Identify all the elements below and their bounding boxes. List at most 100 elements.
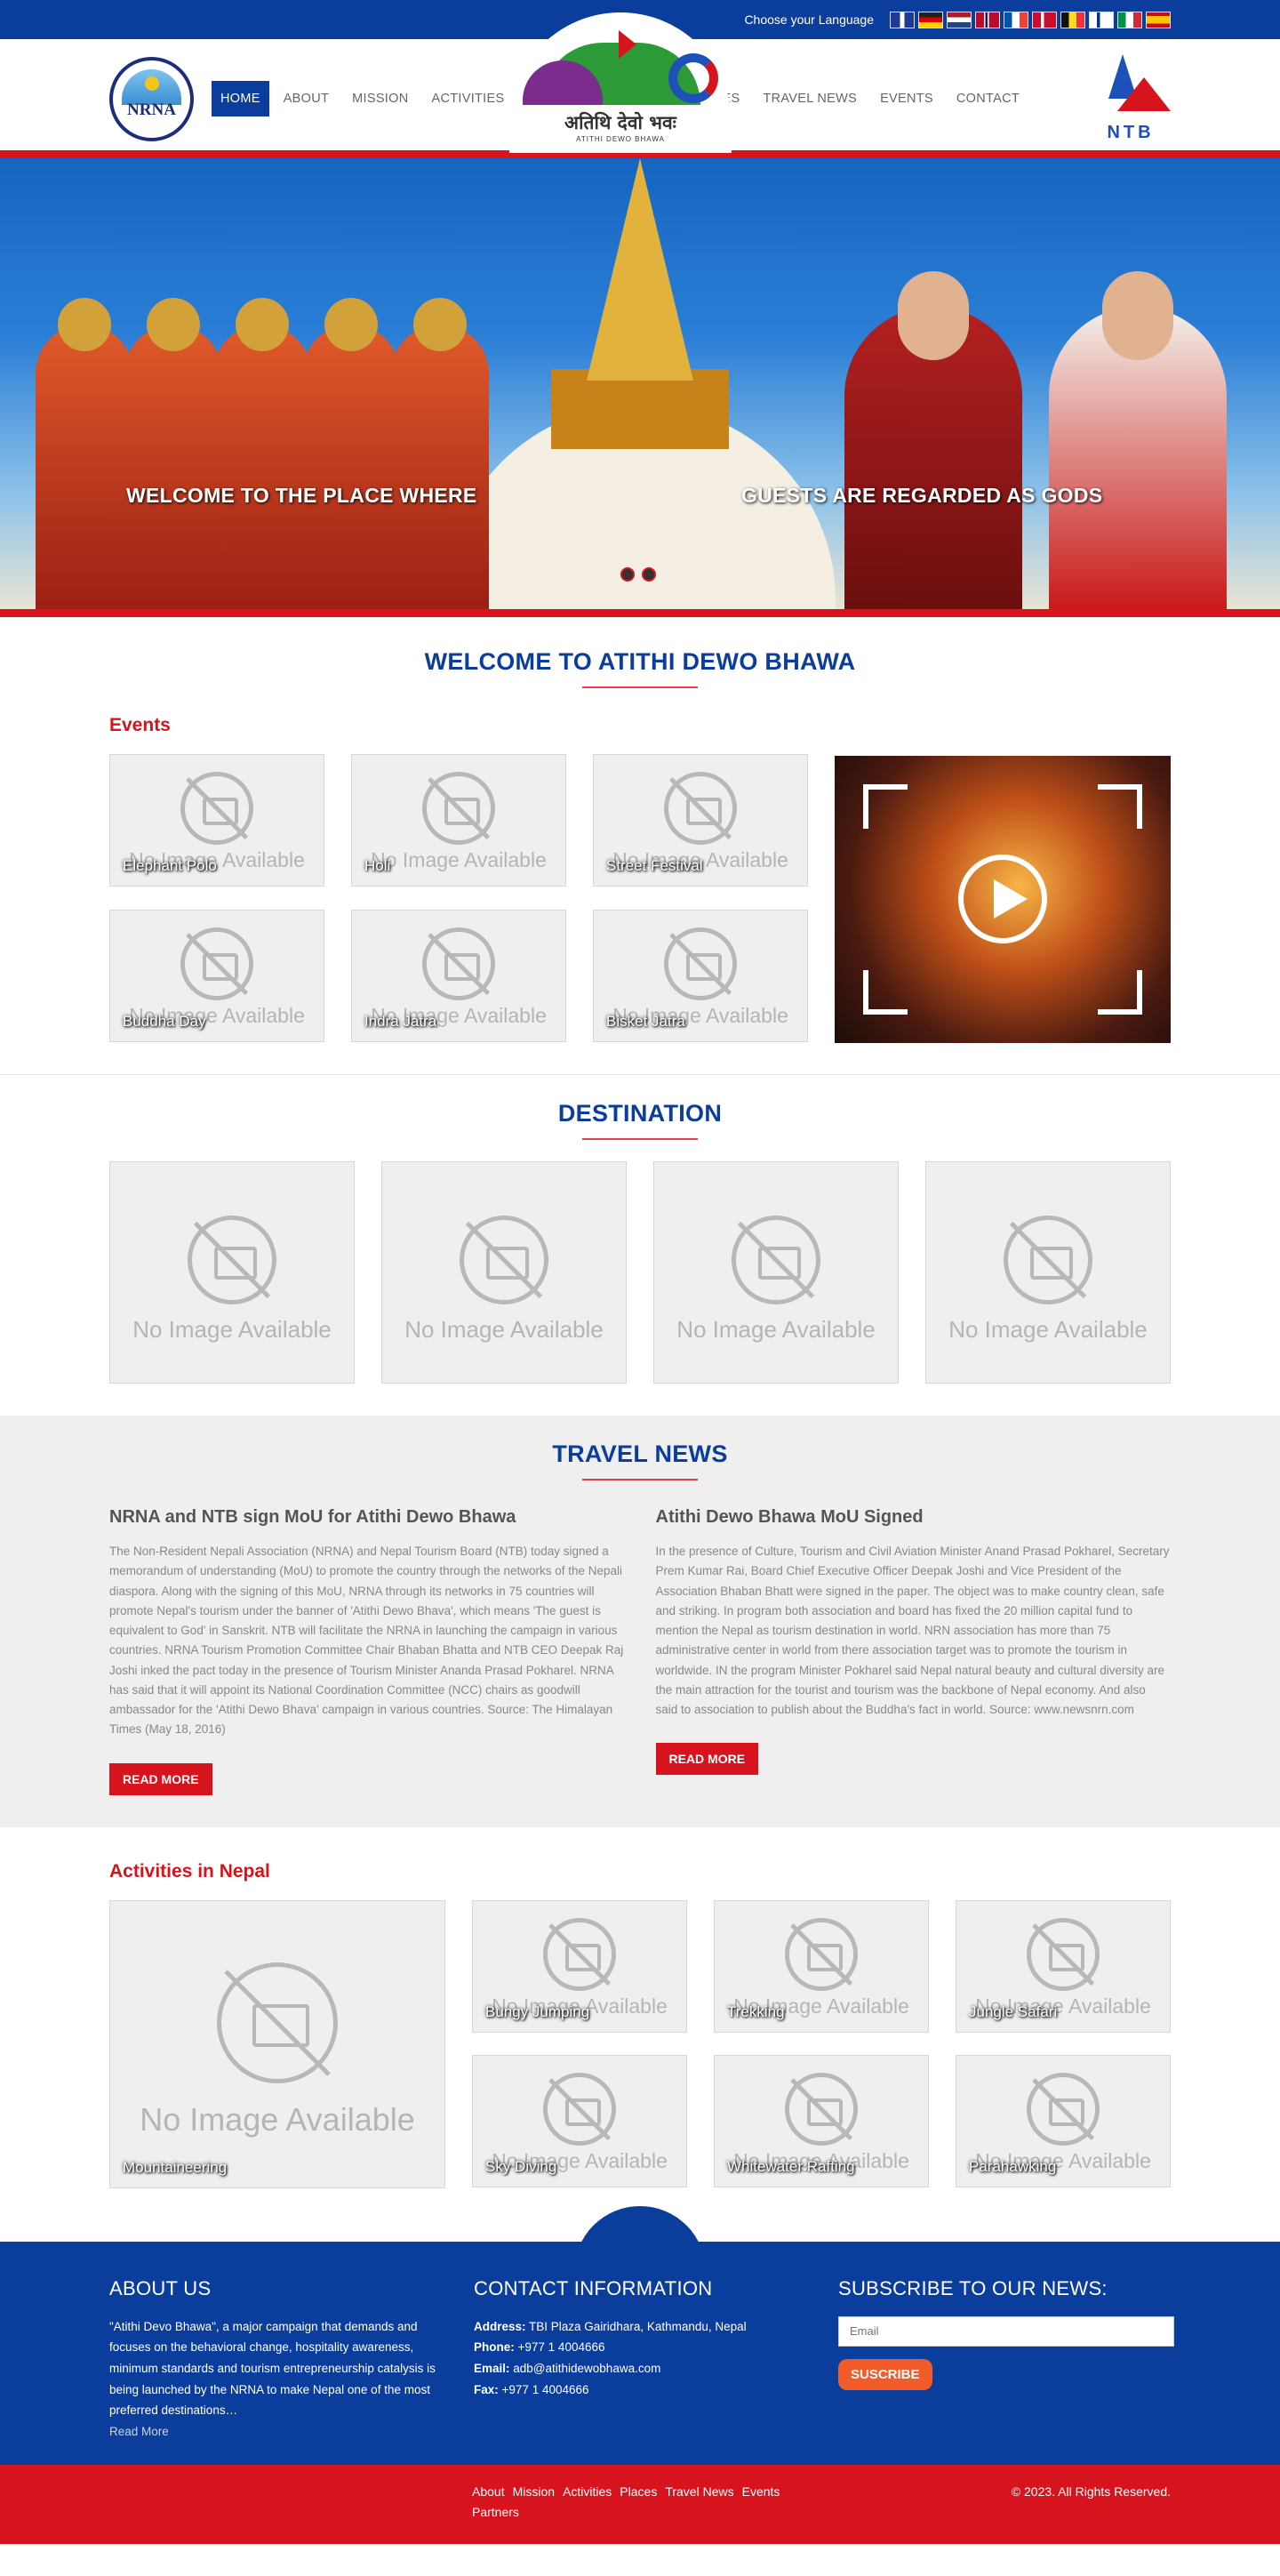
flag-it-icon[interactable] [1117, 11, 1142, 28]
no-camera-icon [217, 1962, 338, 2083]
destination-card[interactable]: No Image Available [925, 1161, 1171, 1384]
activity-title: Mountaineering [123, 2158, 228, 2176]
no-camera-icon [1027, 2073, 1100, 2147]
nav-travel-news[interactable]: TRAVEL NEWS [754, 81, 866, 116]
event-card[interactable]: No Image Available Holi [351, 754, 566, 887]
activities-heading: Activities in Nepal [109, 1860, 270, 1882]
address-label: Address: [474, 2319, 526, 2333]
news-article-body: The Non-Resident Nepali Association (NRN… [109, 1545, 624, 1737]
flag-dk-icon[interactable] [1032, 11, 1057, 28]
activity-card[interactable]: No Image Available Sky Diving [472, 2055, 687, 2188]
footer-link-travel-news[interactable]: Travel News [665, 2484, 733, 2499]
footer-read-more-link[interactable]: Read More [109, 2425, 438, 2438]
event-card[interactable]: No Image Available Buddha Day [109, 910, 324, 1042]
nav-activities[interactable]: ACTIVITIES [423, 81, 514, 116]
activity-title: Jungle Safari [969, 2002, 1058, 2020]
play-icon[interactable] [958, 855, 1047, 943]
subscribe-button[interactable]: SUSCRIBE [838, 2358, 932, 2390]
event-video[interactable] [835, 756, 1171, 1043]
email-value[interactable]: adb@atithidewobhawa.com [513, 2362, 660, 2375]
fax-value: +977 1 4004666 [501, 2382, 589, 2396]
flag-be-icon[interactable] [1060, 11, 1085, 28]
no-camera-icon [1004, 1216, 1092, 1305]
activity-card-featured[interactable]: No Image Available Mountaineering [109, 1899, 445, 2188]
activity-card[interactable]: No Image Available Parahawking [956, 2055, 1171, 2188]
no-camera-icon [460, 1216, 548, 1305]
language-label: Choose your Language [744, 12, 874, 27]
footer-link-events[interactable]: Events [742, 2484, 780, 2499]
no-camera-icon [785, 1917, 858, 1991]
nav-contact[interactable]: CONTACT [948, 81, 1028, 116]
subscribe-heading: SUBSCRIBE TO OUR NEWS: [838, 2276, 1108, 2299]
event-card[interactable]: No Image Available Street Festival [593, 754, 808, 887]
nav-mission[interactable]: MISSION [343, 81, 417, 116]
no-image-text: No Image Available [140, 2100, 415, 2138]
main-nav-right: PLACES TRAVEL NEWS EVENTS CONTACT [678, 81, 1028, 116]
main-nav-left: HOME ABOUT MISSION ACTIVITIES [212, 81, 513, 116]
destination-card[interactable]: No Image Available [381, 1161, 627, 1384]
footer-link-places[interactable]: Places [620, 2484, 657, 2499]
footer-contact-heading: CONTACT INFORMATION [474, 2276, 713, 2299]
title-underline [582, 1138, 698, 1140]
no-camera-icon [664, 772, 737, 846]
phone-label: Phone: [474, 2340, 515, 2355]
title-underline [582, 686, 698, 688]
news-article-title[interactable]: NRNA and NTB sign MoU for Atithi Dewo Bh… [109, 1507, 625, 1528]
footer-link-partners[interactable]: Partners [472, 2505, 519, 2519]
activity-title: Sky Diving [485, 2158, 557, 2176]
activity-card[interactable]: No Image Available Jungle Safari [956, 1899, 1171, 2033]
activity-title: Bungy Jumping [485, 2002, 590, 2020]
email-label: Email: [474, 2361, 510, 2375]
event-title: Holi [364, 857, 391, 874]
nav-about[interactable]: ABOUT [275, 81, 338, 116]
welcome-title: WELCOME TO ATITHI DEWO BHAWA [424, 648, 856, 675]
footer-link-activities[interactable]: Activities [563, 2484, 612, 2499]
event-card[interactable]: No Image Available Bisket Jatra [593, 910, 808, 1042]
copyright-text: © 2023. All Rights Reserved. [1011, 2484, 1171, 2499]
destination-card[interactable]: No Image Available [109, 1161, 355, 1384]
activity-title: Parahawking [969, 2158, 1057, 2176]
flag-gb-icon[interactable] [890, 11, 915, 28]
activity-card[interactable]: No Image Available Whitewater Rafting [714, 2055, 929, 2188]
slider-dot-2[interactable] [642, 567, 656, 582]
subscribe-email-input[interactable] [838, 2315, 1174, 2347]
atithi-dewo-bhawa-logo[interactable]: अतिथि देवो भवः ATITHI DEWO BHAWA [509, 12, 732, 153]
event-card[interactable]: No Image Available Elephant Polo [109, 754, 324, 887]
event-card[interactable]: No Image Available Indra Jatra [351, 910, 566, 1042]
fax-label: Fax: [474, 2382, 499, 2396]
nav-home[interactable]: HOME [212, 81, 269, 116]
activity-card[interactable]: No Image Available Trekking [714, 1899, 929, 2033]
destination-card[interactable]: No Image Available [653, 1161, 899, 1384]
read-more-button[interactable]: READ MORE [655, 1743, 759, 1776]
footer-link-about[interactable]: About [472, 2484, 505, 2499]
activity-card[interactable]: No Image Available Bungy Jumping [472, 1899, 687, 2033]
ntb-logo-text: NTB [1107, 123, 1155, 142]
event-title: Indra Jatra [364, 1013, 437, 1030]
no-camera-icon [732, 1216, 820, 1305]
flag-no-icon[interactable] [975, 11, 1000, 28]
no-image-text: No Image Available [676, 1316, 876, 1344]
flag-fr-icon[interactable] [1004, 11, 1028, 28]
flag-es-icon[interactable] [1146, 11, 1171, 28]
phone-value: +977 1 4004666 [517, 2340, 605, 2355]
no-image-text: No Image Available [132, 1316, 332, 1344]
footer-link-mission[interactable]: Mission [513, 2484, 555, 2499]
flag-nl-icon[interactable] [947, 11, 972, 28]
flag-de-icon[interactable] [918, 11, 943, 28]
footer-subscribe: SUBSCRIBE TO OUR NEWS: SUSCRIBE [838, 2276, 1174, 2438]
event-title: Buddha Day [123, 1013, 206, 1030]
news-article-title[interactable]: Atithi Dewo Bhawa MoU Signed [656, 1507, 1172, 1528]
site-footer: ABOUT US "Atithi Devo Bhawa", a major ca… [0, 2205, 1280, 2465]
hero-caption-left: WELCOME TO THE PLACE WHERE [126, 484, 477, 507]
slider-dot-1[interactable] [620, 567, 635, 582]
language-flags [890, 11, 1171, 28]
no-image-text: No Image Available [948, 1316, 1148, 1344]
nrna-logo[interactable]: NRNA [109, 56, 194, 141]
no-image-text: No Image Available [371, 848, 547, 872]
nav-events[interactable]: EVENTS [871, 81, 942, 116]
no-camera-icon [422, 927, 495, 1001]
ntb-logo[interactable]: NTB [1091, 54, 1171, 143]
title-underline [582, 1479, 698, 1481]
flag-fi-icon[interactable] [1089, 11, 1114, 28]
read-more-button[interactable]: READ MORE [109, 1762, 212, 1795]
